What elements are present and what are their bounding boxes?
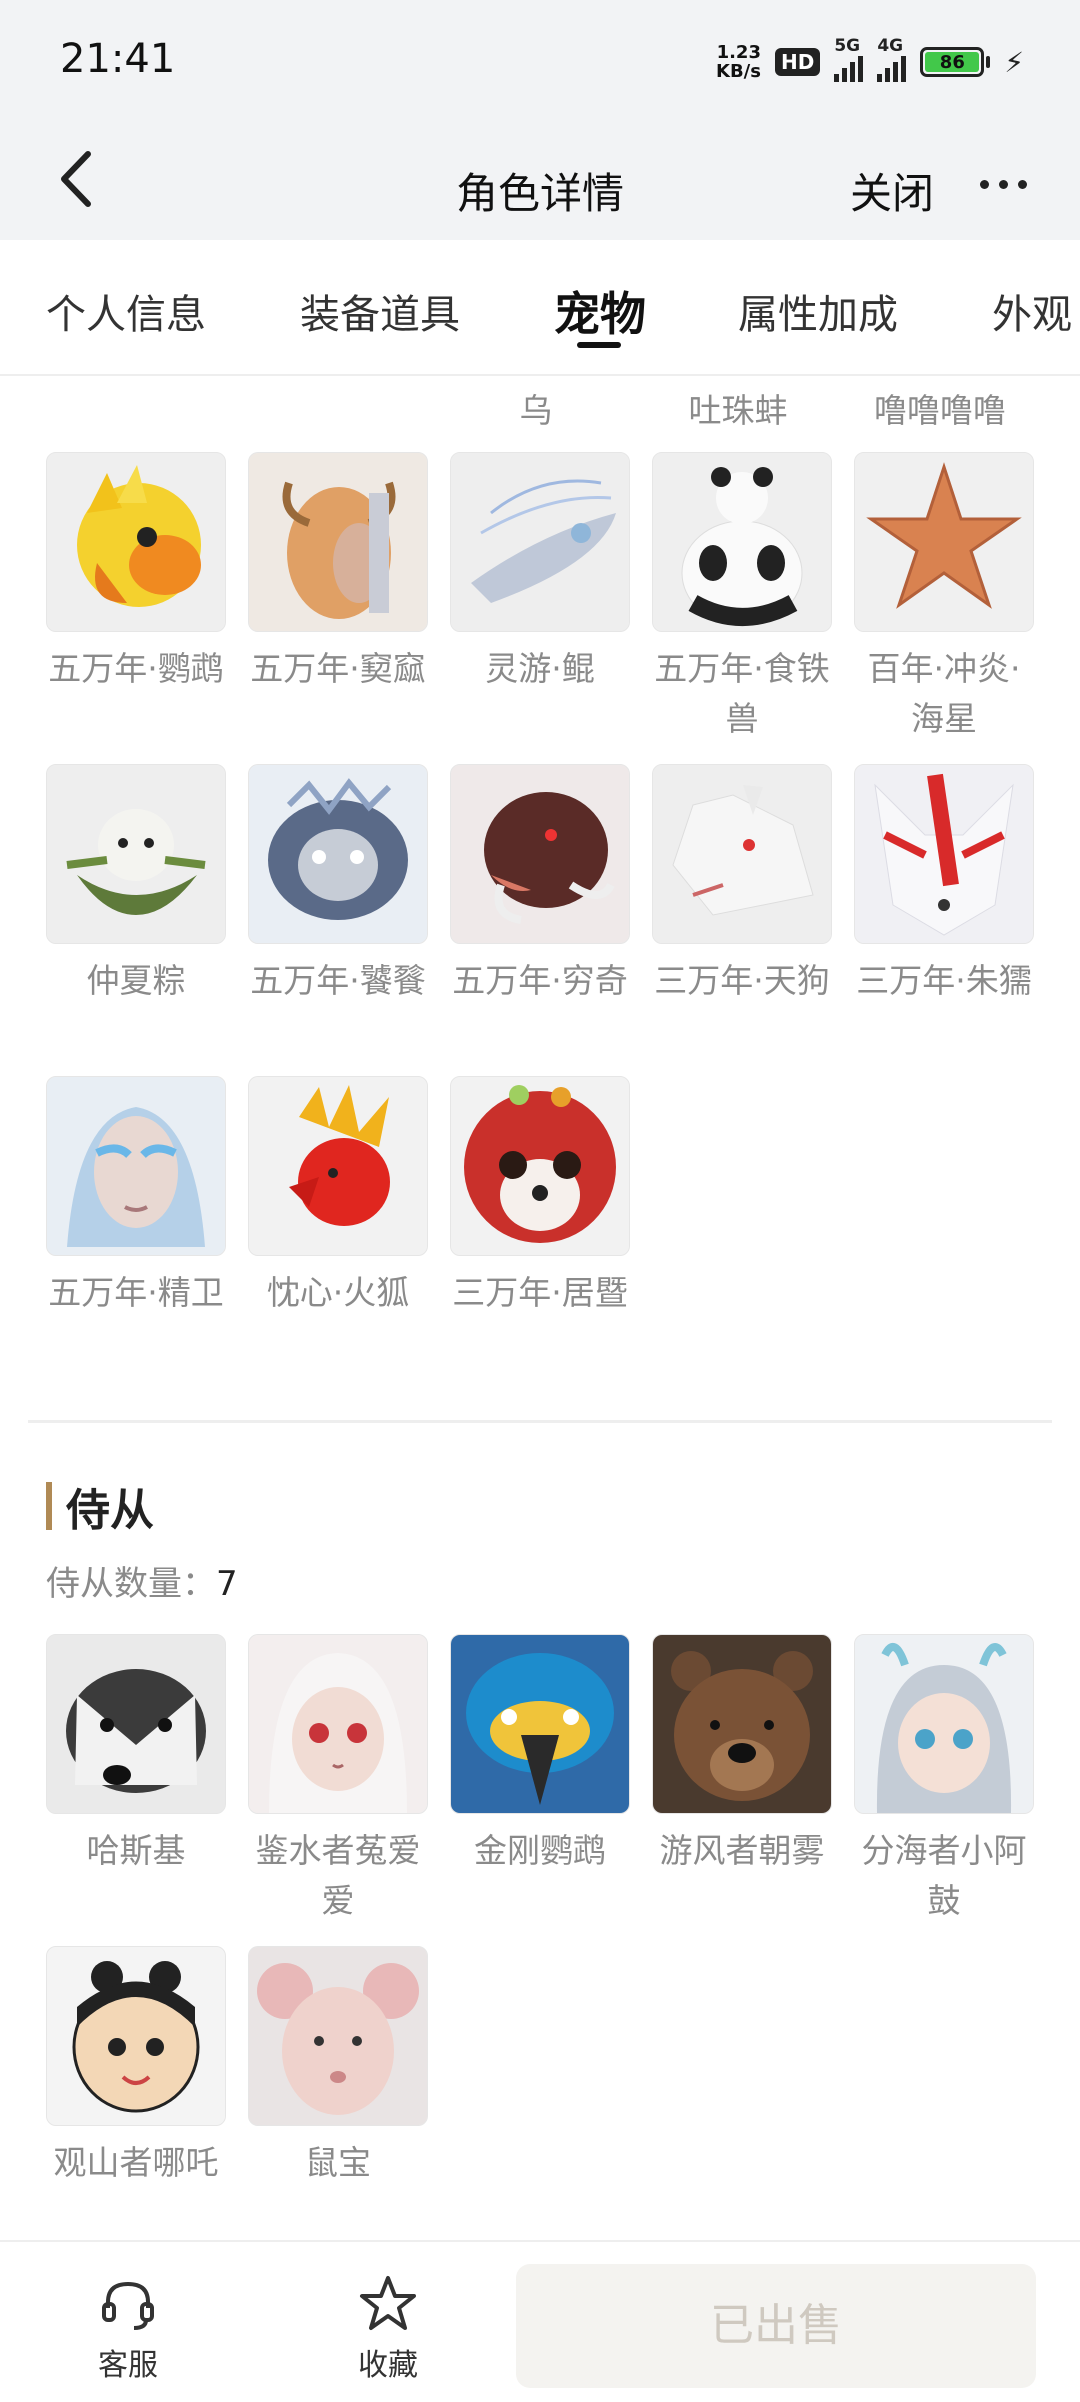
pet-name: 三万年·居暨 <box>452 1273 628 1312</box>
tab-bar: 个人信息 装备道具 宠物 属性加成 外观 <box>0 240 1080 376</box>
pet-image-starfish <box>854 452 1034 632</box>
pet-item[interactable]: 三万年·朱獳 <box>854 764 1034 1006</box>
pet-image-fire-fox <box>248 1076 428 1256</box>
active-tab-indicator <box>577 342 621 348</box>
attendant-image-xiaoagu <box>854 1634 1034 1814</box>
close-button[interactable]: 关闭 <box>850 160 934 221</box>
pet-image-zongzi <box>46 764 226 944</box>
pet-image-taotie <box>248 764 428 944</box>
pet-item[interactable]: 五万年·窫窳 <box>248 452 428 694</box>
attendant-item[interactable]: 鉴水者菟爱爱 <box>248 1634 428 1926</box>
pet-name: 五万年·窫窳 <box>250 649 426 688</box>
pet-content[interactable]: 乌 吐珠蚌 噜噜噜噜 五万年·鹦鹉 五万年·窫窳 灵游·鲲 五万年·食铁兽 百年… <box>0 376 1080 2236</box>
pet-item[interactable]: 五万年·饕餮 <box>248 764 428 1006</box>
favorite-button[interactable]: 收藏 <box>328 2272 448 2384</box>
attendant-item[interactable]: 分海者小阿鼓 <box>854 1634 1034 1926</box>
status-icons: 1.23 KB/s HD 5G 4G 86 ⚡ <box>716 36 1024 84</box>
pet-item[interactable]: 三万年·居暨 <box>450 1076 630 1318</box>
tab-personal-info[interactable]: 个人信息 <box>46 282 206 340</box>
sold-button[interactable]: 已出售 <box>516 2264 1036 2388</box>
attendant-item[interactable]: 金刚鹦鹉 <box>450 1634 630 1876</box>
pet-name: 灵游·鲲 <box>485 649 595 688</box>
pet-item[interactable]: 五万年·精卫 <box>46 1076 226 1318</box>
status-time: 21:41 <box>60 36 176 82</box>
attendant-item[interactable]: 鼠宝 <box>248 1946 428 2188</box>
signal-5g-icon: 5G <box>834 36 864 82</box>
pet-image-parrot <box>46 452 226 632</box>
attendant-image-mouse <box>248 1946 428 2126</box>
pet-name: 五万年·鹦鹉 <box>48 649 224 688</box>
tab-pets[interactable]: 宠物 <box>554 278 646 344</box>
hd-icon: HD <box>774 48 821 76</box>
attendant-image-tuaiai <box>248 1634 428 1814</box>
pet-item[interactable]: 三万年·天狗 <box>652 764 832 1006</box>
bottom-action-bar: 客服 收藏 已出售 <box>0 2240 1080 2402</box>
pet-item[interactable]: 忱心·火狐 <box>248 1076 428 1318</box>
pet-name: 五万年·饕餮 <box>250 961 426 1000</box>
attendant-item[interactable]: 观山者哪吒 <box>46 1946 226 2188</box>
pet-item[interactable]: 五万年·食铁兽 <box>652 452 832 744</box>
pet-image-zhuru <box>854 764 1034 944</box>
headset-icon <box>96 2272 160 2336</box>
pet-label-partial: 乌 <box>519 391 553 430</box>
tab-equipment[interactable]: 装备道具 <box>300 282 460 340</box>
star-icon <box>356 2272 420 2336</box>
customer-service-button[interactable]: 客服 <box>68 2272 188 2384</box>
pet-image-yayu <box>248 452 428 632</box>
tab-attribute-bonus[interactable]: 属性加成 <box>738 282 898 340</box>
attendants-count: 侍从数量：7 <box>46 1564 238 1604</box>
battery-icon: 86 <box>920 47 991 77</box>
tab-appearance[interactable]: 外观 <box>992 282 1072 340</box>
pet-name: 五万年·穷奇 <box>452 961 628 1000</box>
pet-name: 五万年·精卫 <box>48 1273 224 1312</box>
pet-image-tiangou <box>652 764 832 944</box>
attendant-name: 游风者朝雾 <box>659 1831 825 1870</box>
pet-name: 三万年·天狗 <box>654 961 830 1000</box>
pet-name: 百年·冲炎·海星 <box>867 649 1021 738</box>
battery-level: 86 <box>925 52 980 73</box>
status-bar: 21:41 1.23 KB/s HD 5G 4G 86 ⚡ <box>0 0 1080 120</box>
network-speed: 1.23 KB/s <box>716 42 761 82</box>
section-divider <box>28 1420 1052 1423</box>
pet-item[interactable]: 五万年·穷奇 <box>450 764 630 1006</box>
pet-label-partial: 噜噜噜噜 <box>874 391 1006 430</box>
attendant-item[interactable]: 游风者朝雾 <box>652 1634 832 1876</box>
attendant-image-husky <box>46 1634 226 1814</box>
pet-name: 忱心·火狐 <box>266 1273 410 1312</box>
attendant-name: 鼠宝 <box>305 2143 371 2182</box>
pet-image-jingwei <box>46 1076 226 1256</box>
pet-name: 五万年·食铁兽 <box>654 649 830 738</box>
pet-image-qiongqi <box>450 764 630 944</box>
attendant-image-nezha <box>46 1946 226 2126</box>
attendant-name: 鉴水者菟爱爱 <box>255 1831 421 1920</box>
attendant-name: 哈斯基 <box>86 1831 186 1870</box>
pet-image-panda <box>652 452 832 632</box>
attendants-header: 侍从 <box>46 1480 154 1536</box>
attendant-item[interactable]: 哈斯基 <box>46 1634 226 1876</box>
section-title: 侍从 <box>66 1485 154 1536</box>
section-accent-bar <box>46 1482 52 1530</box>
pet-item[interactable]: 灵游·鲲 <box>450 452 630 694</box>
pet-item[interactable]: 仲夏粽 <box>46 764 226 1006</box>
pet-label-partial: 吐珠蚌 <box>688 391 788 430</box>
attendant-name: 金刚鹦鹉 <box>474 1831 606 1870</box>
attendant-name: 观山者哪吒 <box>53 2143 219 2182</box>
signal-4g-icon: 4G <box>877 36 907 82</box>
attendant-name: 分海者小阿鼓 <box>861 1831 1027 1920</box>
attendant-image-macaw <box>450 1634 630 1814</box>
pet-image-juji <box>450 1076 630 1256</box>
charging-icon: ⚡ <box>1004 45 1024 79</box>
pet-item[interactable]: 五万年·鹦鹉 <box>46 452 226 694</box>
pet-image-kun <box>450 452 630 632</box>
nav-bar: 角色详情 关闭 <box>0 120 1080 240</box>
pet-name: 三万年·朱獳 <box>856 961 1032 1000</box>
pet-name: 仲夏粽 <box>86 961 186 1000</box>
attendant-image-bear <box>652 1634 832 1814</box>
more-icon[interactable] <box>980 172 1040 196</box>
pet-item[interactable]: 百年·冲炎·海星 <box>854 452 1034 744</box>
